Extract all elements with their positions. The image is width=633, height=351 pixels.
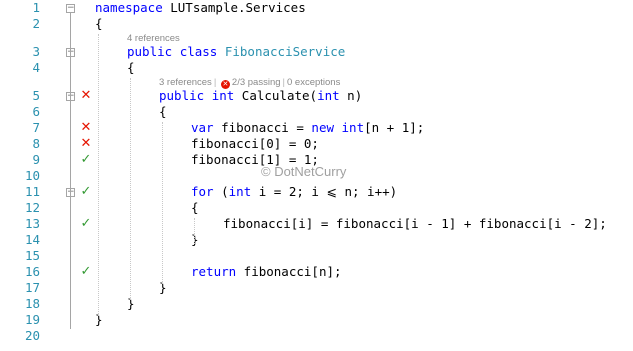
- line-number: 9: [32, 152, 40, 167]
- line-number: 5: [32, 88, 40, 103]
- line-number: 19: [24, 312, 40, 327]
- code-text: {: [127, 60, 135, 75]
- code-text: fibonacci[0] = 0;: [191, 136, 319, 151]
- line-number: 16: [24, 264, 40, 279]
- code-line[interactable]: 2{: [0, 16, 633, 32]
- code-text: public class FibonacciService: [127, 44, 346, 59]
- code-line[interactable]: 7 ✕ var fibonacci = new int[n + 1];: [0, 120, 633, 136]
- test-failing-icon[interactable]: ✕: [80, 121, 92, 135]
- line-number: 6: [32, 104, 40, 119]
- code-line[interactable]: 17}: [0, 280, 633, 296]
- code-editor[interactable]: 1−namespace LUTsample.Services2{3−public…: [0, 0, 633, 351]
- code-line[interactable]: 18}: [0, 296, 633, 312]
- line-number: 20: [24, 328, 40, 343]
- code-text: var fibonacci = new int[n + 1];: [191, 120, 425, 135]
- line-number: 11: [24, 184, 40, 199]
- indent-guide: [194, 218, 195, 244]
- code-text: namespace LUTsample.Services: [95, 0, 306, 15]
- outline-gutter-line: [70, 13, 71, 329]
- line-number: 7: [32, 120, 40, 135]
- code-text: return fibonacci[n];: [191, 264, 342, 279]
- code-line[interactable]: 19}: [0, 312, 633, 328]
- test-failing-icon[interactable]: ✕: [80, 89, 92, 103]
- codelens-separator: |: [213, 77, 217, 88]
- codelens-method-tests[interactable]: 2/3 passing: [232, 77, 281, 88]
- codelens-method-exceptions[interactable]: 0 exceptions: [287, 77, 340, 88]
- test-passing-icon[interactable]: ✓: [80, 185, 92, 199]
- codelens-method[interactable]: 3 references | ✕ 2/3 passing | 0 exceptions: [159, 76, 340, 90]
- line-number: 8: [32, 136, 40, 151]
- test-fail-icon: ✕: [220, 80, 230, 89]
- line-number: 17: [24, 280, 40, 295]
- test-passing-icon[interactable]: ✓: [80, 265, 92, 279]
- code-line[interactable]: 14}: [0, 232, 633, 248]
- code-line[interactable]: 5−✕public int Calculate(int n): [0, 88, 633, 104]
- code-line[interactable]: 13 ✓ fibonacci[i] = fibonacci[i - 1] + fib…: [0, 216, 633, 232]
- code-line[interactable]: 3−public class FibonacciService: [0, 44, 633, 60]
- watermark: © DotNetCurry: [261, 164, 347, 179]
- indent-guide: [162, 122, 163, 284]
- codelens-separator-2: |: [282, 77, 285, 88]
- code-line[interactable]: 12 {: [0, 200, 633, 216]
- codelens-class[interactable]: 4 references: [127, 32, 180, 46]
- code-text: {: [191, 200, 199, 215]
- indent-guide: [130, 78, 131, 300]
- code-line[interactable]: 4{: [0, 60, 633, 76]
- code-line[interactable]: 6{: [0, 104, 633, 120]
- test-passing-icon[interactable]: ✓: [80, 153, 92, 167]
- indent-guide: [98, 34, 99, 316]
- collapse-toggle-icon[interactable]: −: [66, 4, 75, 13]
- code-line[interactable]: 16 ✓ return fibonacci[n];: [0, 264, 633, 280]
- line-number: 2: [32, 16, 40, 31]
- code-text: for (int i = 2; i ⩽ n; i++): [191, 184, 398, 199]
- line-number: 12: [24, 200, 40, 215]
- line-number: 3: [32, 44, 40, 59]
- code-text: public int Calculate(int n): [159, 88, 363, 103]
- line-number: 14: [24, 232, 40, 247]
- code-line[interactable]: 15: [0, 248, 633, 264]
- codelens-class-references[interactable]: 4 references: [127, 33, 180, 44]
- test-failing-icon[interactable]: ✕: [80, 137, 92, 151]
- code-line[interactable]: 8 ✕ fibonacci[0] = 0;: [0, 136, 633, 152]
- line-number: 18: [24, 296, 40, 311]
- code-line[interactable]: 1 − namespace LUTsample.Services: [0, 0, 633, 16]
- line-number: 1: [32, 0, 40, 15]
- test-passing-icon[interactable]: ✓: [80, 217, 92, 231]
- code-text: fibonacci[i] = fibonacci[i - 1] + fibona…: [223, 216, 607, 231]
- line-number: 15: [24, 248, 40, 263]
- code-line[interactable]: 20: [0, 328, 633, 344]
- line-number: 10: [24, 168, 40, 183]
- code-text: {: [159, 104, 167, 119]
- line-number: 4: [32, 60, 40, 75]
- codelens-method-references[interactable]: 3 references: [159, 77, 212, 88]
- line-number: 13: [24, 216, 40, 231]
- code-text: {: [95, 16, 103, 31]
- code-line[interactable]: 11−✓for (int i = 2; i ⩽ n; i++): [0, 184, 633, 200]
